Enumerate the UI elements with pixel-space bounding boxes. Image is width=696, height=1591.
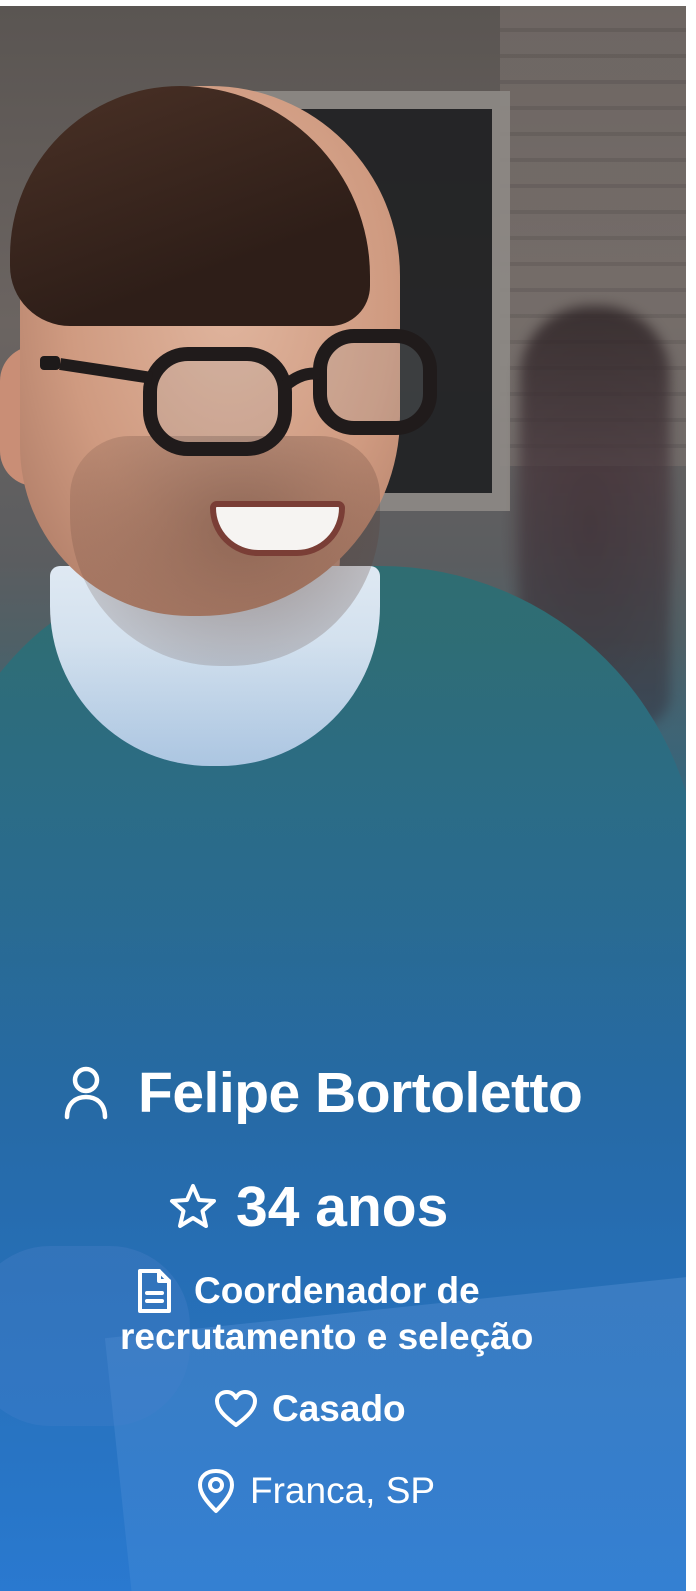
- name-row: Felipe Bortoletto: [62, 1060, 583, 1126]
- star-icon: [168, 1182, 218, 1232]
- job-block: Coordenador de recrutamento e seleção: [120, 1268, 600, 1360]
- map-pin-icon: [196, 1468, 236, 1514]
- profile-job-line1: Coordenador de: [194, 1270, 480, 1311]
- document-icon: [134, 1268, 174, 1314]
- profile-marital-status: Casado: [272, 1388, 406, 1429]
- heart-icon: [214, 1389, 258, 1429]
- profile-card: Felipe Bortoletto 34 anos Coordenador de…: [0, 6, 686, 1591]
- age-row: 34 anos: [168, 1174, 448, 1240]
- marital-status-row: Casado: [214, 1388, 406, 1430]
- profile-info: Felipe Bortoletto 34 anos Coordenador de…: [0, 6, 686, 1591]
- location-row: Franca, SP: [196, 1468, 435, 1514]
- user-icon: [62, 1063, 110, 1123]
- profile-job-line2: recrutamento e seleção: [120, 1316, 534, 1357]
- profile-name: Felipe Bortoletto: [138, 1061, 583, 1125]
- profile-location: Franca, SP: [250, 1470, 436, 1511]
- profile-age: 34 anos: [236, 1175, 449, 1239]
